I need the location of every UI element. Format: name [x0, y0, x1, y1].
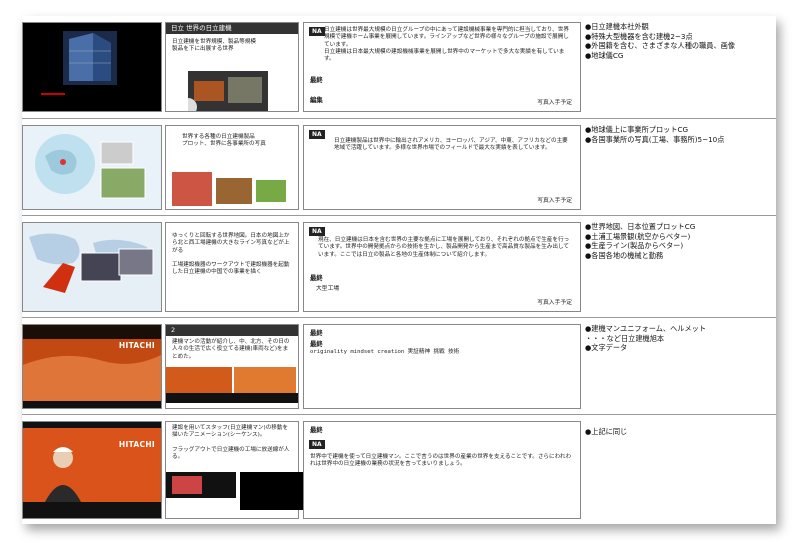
note-item: ●各国各地の機械と勤務 [585, 250, 664, 260]
note-item: ●上記に同じ [585, 427, 628, 436]
narration-tag: NA [309, 27, 325, 36]
still-photo [188, 71, 268, 111]
label-final: 最終 [310, 76, 323, 84]
scene-text: 世界する各種の日立建機製品 プロット、世界に各事業所の写真 [182, 134, 266, 148]
production-notes: ●上記に同じ [585, 427, 773, 437]
narration-text: 世界中で建機を使って日立建機マン。ここで言うのは世界の産業の世界を支えることです… [310, 454, 572, 468]
photo-pending-note: 写真入手予定 [537, 300, 572, 306]
production-notes: ●日立建機本社外観 ●特殊大型機器を含む建機2~3点 ●外国籍を含む、さまざまな… [585, 22, 773, 60]
thumbnail-frame [22, 22, 162, 112]
hitachi-logo: HITACHI [118, 440, 155, 449]
scene-text: ゆっくりと回転する世界地図。日本の地図上から北と西工場建機の大きなライン写真など… [172, 233, 290, 276]
label-final: 最終 [310, 329, 323, 337]
storyboard-sheet: 日立 世界の日立建機 日立建機を世界規模、製品等規模 製品を下に出展する世界 N… [22, 16, 776, 524]
construction-site-image [23, 339, 161, 408]
production-notes: ●世界地図、日本位置プロットCG ●土浦工場景観(航空からベター) ●生産ライン… [585, 222, 773, 260]
storyboard-row: 日立 世界の日立建機 日立建機を世界規模、製品等規模 製品を下に出展する世界 N… [22, 16, 776, 118]
globe-map-image [35, 134, 146, 199]
note-item: ●生産ライン(製品からベター) [585, 241, 684, 250]
narration-tag: NA [309, 130, 325, 139]
narration-cell: NA 日立建機製品は世界中に輸出されアメリカ、ヨーロッパ、アジア、中東、アフリカ… [303, 125, 581, 210]
narration-text: 現在、日立建機は日本を含む世界の主要な拠点に工場を展開しており、それぞれの拠点で… [318, 237, 570, 258]
thumbnail-frame: HITACHI [22, 421, 162, 519]
narration-cell: 最終 NA 世界中で建機を使って日立建機マン。ここで言うのは世界の産業の世界を支… [303, 421, 581, 519]
photo-pending-note: 写真入手予定 [537, 100, 572, 106]
label-final: 最終 [310, 274, 323, 282]
scene-description: 世界する各種の日立建機製品 プロット、世界に各事業所の写真 [165, 125, 299, 210]
narration-tag: NA [309, 440, 325, 449]
scene-text: 建機マンの活動が紹介し、中、北方、その日の人々の生活で広く役立てる建機(車両など… [172, 339, 290, 360]
note-item: ・・・など日立建機旭本 [585, 333, 665, 343]
storyboard-row: ゆっくりと回転する世界地図。日本の地図上から北と西工場建機の大きなライン写真など… [22, 215, 776, 318]
narration-cell: 最終 最終 originality mindset creation 実証精神 … [303, 324, 581, 409]
scene-text: 建設を用いてスタッフ(日立建機マン)の移動を描いたアニメーション(シーケンス)。… [172, 425, 290, 461]
building-image [41, 31, 117, 95]
scene-header: 日立 世界の日立建機 [166, 23, 298, 34]
thumbnail-frame [22, 222, 162, 312]
label-final-2: 最終 [310, 340, 323, 348]
note-item: ●土浦工場景観(航空からベター) [585, 231, 691, 241]
still-photo [166, 367, 298, 403]
label-final: 最終 [310, 426, 323, 434]
narration-cell: NA 現在、日立建機は日本を含む世界の主要な拠点に工場を展開しており、それぞれの… [303, 222, 581, 312]
storyboard-row: 世界する各種の日立建機製品 プロット、世界に各事業所の写真 NA 日立建機製品は… [22, 118, 776, 216]
thumbnail-frame [22, 125, 162, 210]
storyboard-row: HITACHI 2 建機マンの活動が紹介し、中、北方、その日の人々の生活で広く役… [22, 317, 776, 415]
production-notes: ●地球儀上に事業所プロットCG ●各国事業所の写真(工場、事務所)5~10点 [585, 125, 773, 144]
scene-text: 日立建機を世界規模、製品等規模 製品を下に出展する世界 [172, 39, 256, 53]
note-item: ●建機マンユニフォーム、ヘルメット [585, 324, 707, 333]
narration-tag: NA [309, 227, 325, 236]
thumbnail-frame: HITACHI [22, 324, 162, 409]
world-map-image [29, 233, 154, 293]
narration-text: originality mindset creation 実証精神 挑戦 技術 [310, 349, 460, 355]
scene-description: 日立 世界の日立建機 日立建機を世界規模、製品等規模 製品を下に出展する世界 [165, 22, 299, 112]
note-item: ●特殊大型機器を含む建機2~3点 [585, 31, 693, 41]
note-item: ●地球儀上に事業所プロットCG [585, 125, 689, 134]
still-photo [166, 472, 306, 510]
scene-description: ゆっくりと回転する世界地図。日本の地図上から北と西工場建機の大きなライン写真など… [165, 222, 299, 312]
note-item: ●日立建機本社外観 [585, 22, 649, 31]
hitachi-logo: HITACHI [118, 341, 155, 350]
scene-description: 建設を用いてスタッフ(日立建機マン)の移動を描いたアニメーション(シーケンス)。… [165, 421, 306, 519]
narration-text: 日立建機製品は世界中に輸出されアメリカ、ヨーロッパ、アジア、中東、アフリカなどの… [334, 138, 568, 152]
storyboard-row: HITACHI 建設を用いてスタッフ(日立建機マン)の移動を描いたアニメーション… [22, 414, 776, 525]
note-item: ●各国事業所の写真(工場、事務所)5~10点 [585, 134, 725, 144]
note-item: ●外国籍を含む、さまざまな人種の職員、画像 [585, 41, 736, 50]
production-notes: ●建機マンユニフォーム、ヘルメット ・・・など日立建機旭本 ●文字データ [585, 324, 773, 353]
photo-pending-note: 写真入手予定 [537, 198, 572, 204]
label-edit: 編集 [310, 96, 323, 104]
label-factory: 大型工場 [316, 286, 340, 292]
narration-cell: NA 日立建機は世界最大規模の日立グループの中にあって建設機械事業を専門的に担当… [303, 22, 581, 112]
scene-description: 2 建機マンの活動が紹介し、中、北方、その日の人々の生活で広く役立てる建機(車両… [165, 324, 299, 409]
staff-portrait-image [23, 428, 161, 502]
still-photo [172, 172, 286, 206]
narration-text: 日立建機は世界最大規模の日立グループの中にあって建設機械事業を専門的に担当してお… [324, 27, 569, 63]
note-item: ●地球儀CG [585, 50, 624, 60]
note-item: ●世界地図、日本位置プロットCG [585, 222, 696, 231]
scene-header: 2 [166, 325, 298, 336]
note-item: ●文字データ [585, 343, 628, 352]
